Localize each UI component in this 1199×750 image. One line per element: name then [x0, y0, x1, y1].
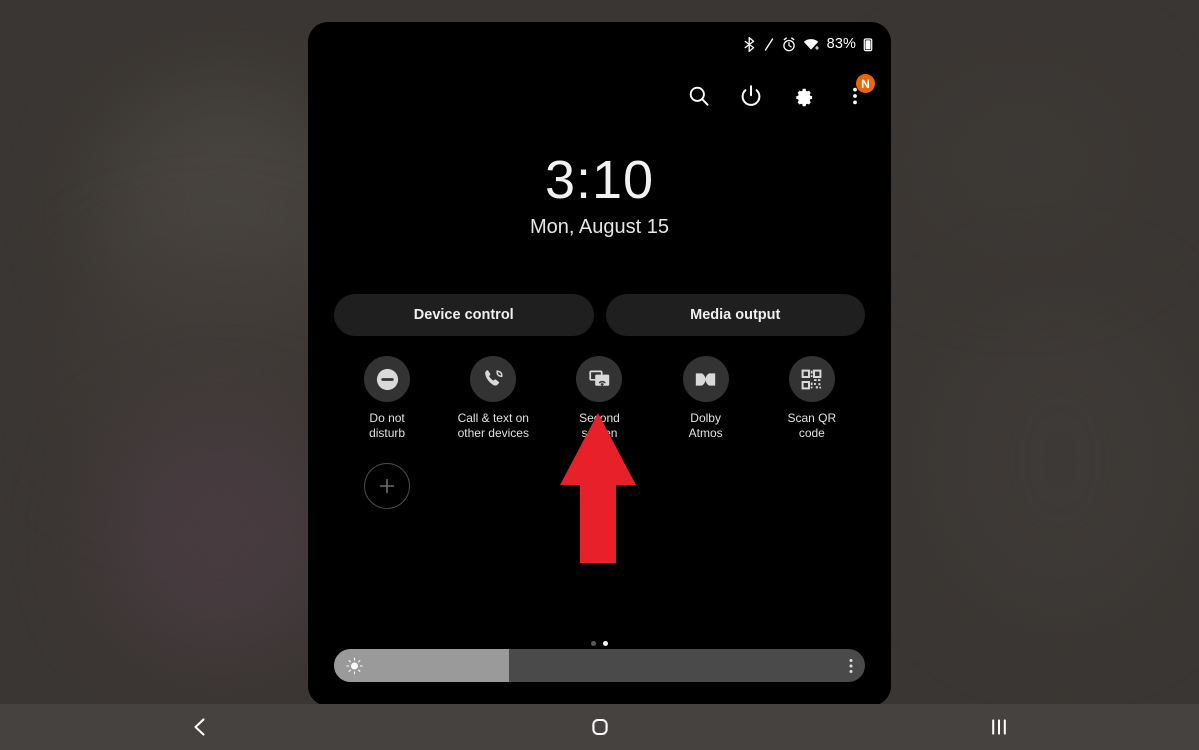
tile-label: Call & text on other devices: [457, 411, 529, 440]
tile-label: Scan QR code: [787, 411, 837, 440]
tile-label: Dolby Atmos: [688, 411, 723, 440]
dolby-atmos-icon: [695, 372, 716, 386]
panel-shortcut-buttons: Device control Media output: [334, 294, 865, 336]
home-icon: [591, 718, 608, 736]
media-output-button[interactable]: Media output: [605, 294, 865, 336]
panel-actions: N: [687, 74, 875, 108]
tile-second-screen[interactable]: Second screen: [546, 356, 652, 441]
clock-date: Mon, August 15: [530, 215, 669, 238]
brightness-options-icon[interactable]: [849, 657, 853, 674]
page-dot-active[interactable]: [603, 641, 608, 646]
recents-icon: [992, 719, 1006, 735]
recents-button[interactable]: [799, 716, 1199, 738]
clock: 3:10 Mon, August 15: [308, 152, 891, 239]
plus-icon: [379, 478, 395, 494]
bluetooth-icon: [744, 36, 754, 52]
tile-icon-container: [788, 356, 835, 402]
device-control-button[interactable]: Device control: [334, 294, 594, 336]
back-icon: [194, 718, 205, 736]
wifi-icon: [803, 38, 819, 50]
call-text-other-devices-icon: [484, 369, 503, 386]
do-not-disturb-icon: [376, 368, 398, 390]
pen-slash-icon: [764, 37, 773, 51]
quick-settings-panel: 83% N 3:10 Mon, August 15 Device control…: [308, 22, 891, 706]
wallpaper-blob: [930, 300, 1190, 620]
tile-label: Second screen: [579, 411, 620, 440]
tile-icon-container: [682, 356, 729, 402]
brightness-slider[interactable]: [334, 649, 865, 682]
status-badge: N: [856, 74, 875, 93]
home-button[interactable]: [400, 716, 800, 738]
power-icon[interactable]: [739, 84, 763, 108]
page-indicator: [308, 641, 891, 646]
quick-settings-tiles: Do not disturb Call & text on other devi…: [334, 356, 865, 518]
settings-gear-icon[interactable]: [791, 84, 815, 108]
more-options-icon[interactable]: N: [843, 74, 875, 108]
add-tile-button[interactable]: [334, 463, 440, 518]
battery-percent-label: 83%: [826, 36, 856, 52]
back-button[interactable]: [0, 716, 400, 738]
tile-icon-container: [364, 463, 411, 509]
tile-scan-qr-code[interactable]: Scan QR code: [759, 356, 865, 441]
status-bar: 83%: [743, 22, 873, 66]
tile-icon-container: [470, 356, 517, 402]
tile-dolby-atmos[interactable]: Dolby Atmos: [653, 356, 759, 441]
wallpaper-blob: [900, 60, 1140, 260]
second-screen-icon: [589, 370, 610, 386]
page-dot[interactable]: [591, 641, 596, 646]
battery-icon: [863, 37, 873, 51]
clock-time: 3:10: [544, 150, 655, 210]
screen: 83% N 3:10 Mon, August 15 Device control…: [0, 0, 1199, 750]
tile-call-text-other-devices[interactable]: Call & text on other devices: [440, 356, 546, 441]
tile-icon-container: [576, 356, 623, 402]
wallpaper-blob: [105, 420, 335, 650]
tile-icon-container: [364, 356, 411, 402]
scan-qr-code-icon: [801, 369, 822, 389]
tile-do-not-disturb[interactable]: Do not disturb: [334, 356, 440, 441]
alarm-icon: [782, 36, 795, 51]
brightness-sun-icon: [346, 657, 363, 674]
search-icon[interactable]: [687, 84, 711, 108]
tile-label: Do not disturb: [369, 411, 406, 440]
navigation-bar: [0, 704, 1199, 750]
